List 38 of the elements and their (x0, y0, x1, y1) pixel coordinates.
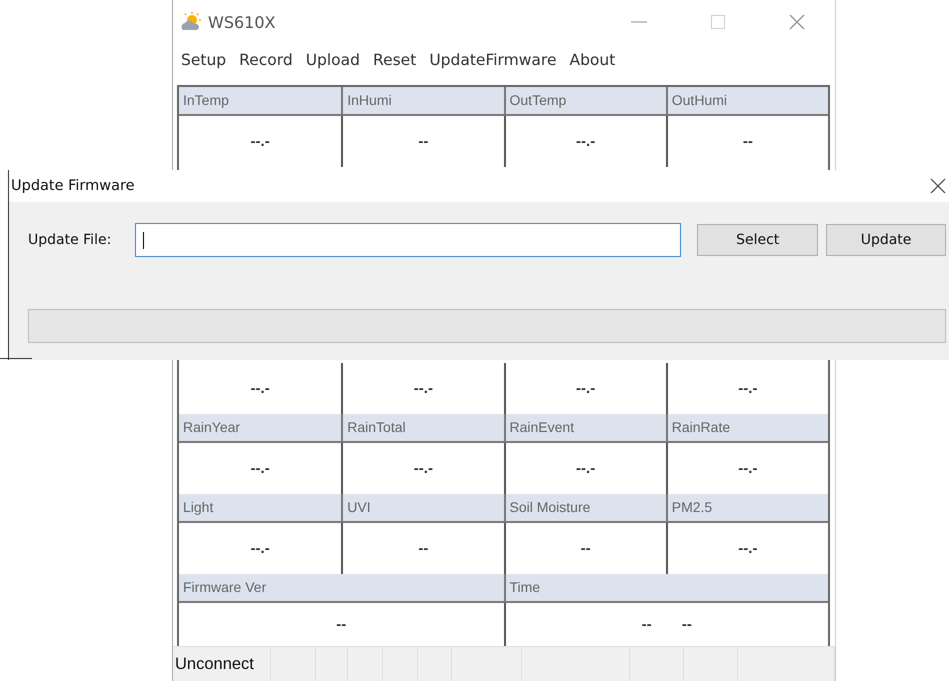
minimize-icon[interactable] (631, 21, 647, 23)
column-label: UVI (341, 494, 504, 521)
value-cell: -- (666, 116, 828, 167)
menu-item[interactable]: Setup (181, 51, 226, 69)
menu-item[interactable]: Record (239, 51, 293, 69)
menu-item[interactable]: Upload (306, 51, 360, 69)
value-cell-text: --.- (250, 539, 271, 559)
column-label: InHumi (341, 87, 504, 114)
menu-item[interactable]: About (569, 51, 616, 69)
status-text: Unconnect (173, 647, 271, 681)
update-button[interactable]: Update (826, 224, 946, 256)
window-title: WS610X (208, 12, 276, 32)
select-button[interactable]: Select (697, 224, 818, 256)
column-label: Soil Moisture (504, 494, 666, 521)
column-label: Firmware Ver (182, 578, 268, 597)
sun-cloud-icon (180, 12, 202, 32)
value-cell: --.- (504, 116, 666, 167)
value-cell: -- (341, 116, 504, 167)
menu-item[interactable]: UpdateFirmware (429, 51, 556, 69)
field-label: Update File: (28, 232, 112, 248)
column-label: RainYear (182, 418, 242, 437)
column-label: OutHumi (666, 87, 828, 114)
close-icon[interactable] (930, 178, 946, 194)
column-label: Light (182, 498, 214, 517)
file-path-field[interactable] (134, 223, 682, 257)
column-label: OutTemp (504, 87, 666, 114)
column-label: PM2.5 (666, 494, 828, 521)
column-label: RainEvent (504, 414, 666, 441)
dialog-title: Update Firmware (11, 178, 135, 194)
value-cell-text: -- (335, 615, 348, 635)
value-cell-text: --.- (250, 132, 271, 152)
value-cell-text: --.- (250, 459, 271, 479)
value-cell-text: --.- (250, 379, 271, 399)
column-label: RainRate (666, 414, 828, 441)
column-label: RainTotal (341, 414, 504, 441)
menu-item[interactable]: Reset (373, 51, 416, 69)
column-label: InTemp (182, 91, 230, 110)
column-label: Time (504, 574, 828, 601)
